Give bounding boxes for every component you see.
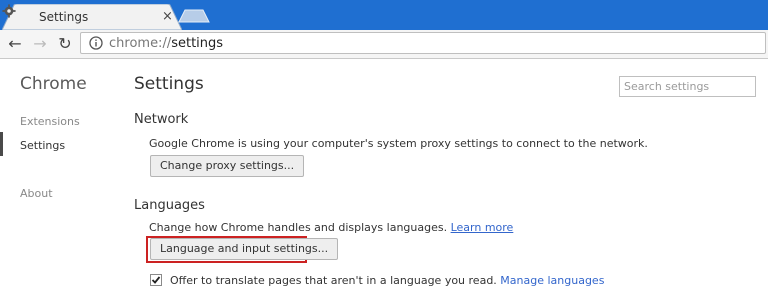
languages-description: Change how Chrome handles and displays l…: [149, 221, 448, 234]
tab-strip: Settings ×: [0, 0, 768, 30]
learn-more-link[interactable]: Learn more: [451, 221, 514, 234]
sidebar-item-settings[interactable]: Settings: [20, 139, 65, 152]
search-input[interactable]: Search settings: [619, 76, 756, 97]
gear-icon: [2, 4, 16, 18]
offer-translate-checkbox[interactable]: [150, 274, 162, 286]
tab-shape: [2, 4, 182, 30]
languages-section-title: Languages: [134, 198, 205, 213]
network-description: Google Chrome is using your computer's s…: [149, 137, 648, 150]
sidebar-item-about[interactable]: About: [20, 187, 53, 200]
sidebar-title: Chrome: [20, 74, 87, 94]
tab-title: Settings: [39, 10, 89, 24]
info-icon: [89, 36, 103, 50]
forward-arrow-icon[interactable]: →: [30, 34, 50, 54]
toolbar: ← → ↻ chrome://settings: [0, 30, 768, 59]
page-title: Settings: [134, 74, 204, 94]
close-icon[interactable]: ×: [162, 9, 173, 24]
network-section-title: Network: [134, 112, 189, 127]
search-placeholder: Search settings: [624, 80, 710, 93]
languages-description-row: Change how Chrome handles and displays l…: [149, 221, 513, 234]
url-host: settings: [171, 36, 224, 51]
url-text: chrome://settings: [109, 36, 223, 51]
back-arrow-icon[interactable]: ←: [5, 34, 25, 54]
sidebar-item-extensions[interactable]: Extensions: [20, 115, 80, 128]
new-tab-button[interactable]: [178, 9, 210, 23]
change-proxy-settings-button[interactable]: Change proxy settings...: [150, 155, 305, 177]
offer-translate-row: Offer to translate pages that aren't in …: [170, 274, 604, 287]
tab-settings[interactable]: Settings ×: [2, 4, 182, 30]
sidebar-selected-marker: [0, 132, 3, 156]
address-bar[interactable]: chrome://settings: [80, 32, 766, 54]
url-scheme: chrome://: [109, 36, 172, 51]
reload-icon[interactable]: ↻: [55, 34, 75, 54]
checkmark-icon: [151, 276, 161, 284]
offer-translate-label: Offer to translate pages that aren't in …: [170, 274, 497, 287]
language-input-settings-button[interactable]: Language and input settings...: [150, 238, 339, 260]
manage-languages-link[interactable]: Manage languages: [500, 274, 604, 287]
